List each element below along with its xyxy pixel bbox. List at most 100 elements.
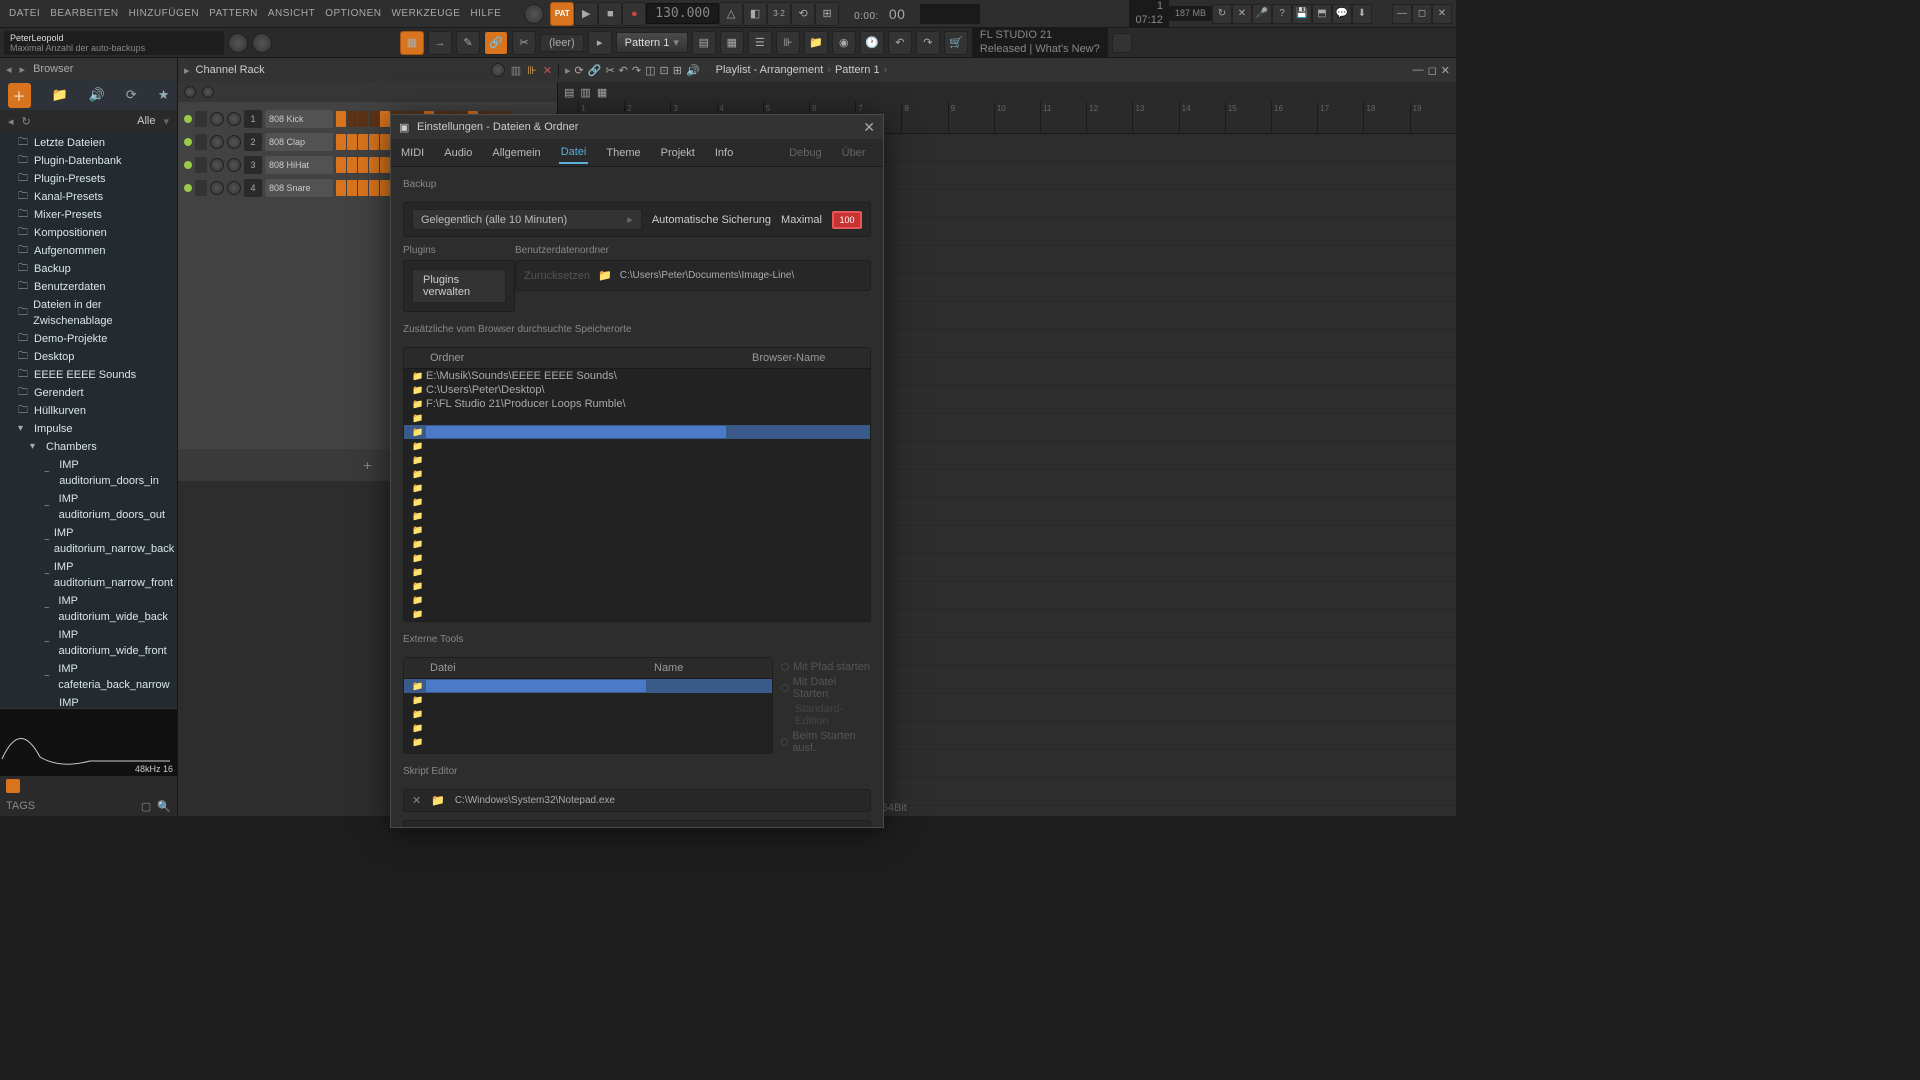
tree-item[interactable]: 🗀Desktop: [0, 348, 177, 366]
menu-pattern[interactable]: PATTERN: [204, 8, 263, 19]
tool-undo-icon[interactable]: ↶: [888, 31, 912, 55]
browser-search-icon[interactable]: 🔍: [157, 800, 171, 813]
channel-mute[interactable]: [195, 111, 207, 127]
search-locations-table[interactable]: Ordner Browser-Name 📁E:\Musik\Sounds\EEE…: [403, 347, 871, 622]
playlist-pattern[interactable]: Pattern 1: [835, 64, 880, 76]
script-clear-icon[interactable]: ✕: [412, 794, 421, 807]
channel-vol-knob[interactable]: [227, 181, 241, 195]
ext-opt-start[interactable]: Beim Starten ausf.: [781, 730, 871, 754]
folder-row-empty[interactable]: 📁: [404, 467, 870, 481]
browser-tree[interactable]: 🗀Letzte Dateien🗀Plugin-Datenbank🗀Plugin-…: [0, 132, 177, 708]
undo-history-button[interactable]: ↻: [1212, 4, 1232, 24]
pl-undo-icon[interactable]: ↶: [619, 64, 628, 77]
minimize-button[interactable]: —: [1392, 4, 1412, 24]
tree-item[interactable]: 🗀Hüllkurven: [0, 402, 177, 420]
reset-userdata-button[interactable]: Zurücksetzen: [524, 270, 590, 282]
pl-tool3-icon[interactable]: ◫: [645, 64, 655, 77]
dialog-tab-theme[interactable]: Theme: [604, 143, 642, 163]
news-panel[interactable]: FL STUDIO 21 Released | What's New?: [972, 27, 1108, 57]
max-backups-input[interactable]: 100: [832, 211, 862, 229]
tempo-display[interactable]: 130.000: [646, 3, 719, 24]
tree-imp-item[interactable]: ~IMP auditorium_doors_out: [0, 490, 177, 524]
step-cell[interactable]: [336, 157, 346, 173]
cr-wave-icon[interactable]: ⊪: [527, 64, 537, 77]
dialog-tab-über[interactable]: Über: [840, 143, 868, 163]
render-button[interactable]: ⬒: [1312, 4, 1332, 24]
folder-row[interactable]: 📁C:\Users\Peter\Desktop\: [404, 383, 870, 397]
ext-opt-file[interactable]: Mit Datei Starten: [781, 676, 871, 700]
tool-slice-icon[interactable]: ✂: [512, 31, 536, 55]
folder-row-empty[interactable]: 📁: [404, 509, 870, 523]
tree-item[interactable]: 🗀Plugin-Datenbank: [0, 152, 177, 170]
channel-name[interactable]: 808 HiHat: [265, 156, 333, 174]
tree-item[interactable]: 🗀Plugin-Presets: [0, 170, 177, 188]
channel-led[interactable]: [184, 115, 192, 123]
step-cell[interactable]: [336, 111, 346, 127]
step-cell[interactable]: [369, 180, 379, 196]
dialog-tab-projekt[interactable]: Projekt: [659, 143, 697, 163]
tree-item[interactable]: 🗀EEEE EEEE Sounds: [0, 366, 177, 384]
browser-play-icon[interactable]: [6, 779, 20, 793]
switch-user-button[interactable]: ✕: [1232, 4, 1252, 24]
step-cell[interactable]: [336, 134, 346, 150]
tree-imp-item[interactable]: ~IMP cafeteria_back_narrow: [0, 660, 177, 694]
tree-item[interactable]: 🗀Mixer-Presets: [0, 206, 177, 224]
view-browser-button[interactable]: 📁: [804, 31, 828, 55]
stop-button[interactable]: ■: [598, 2, 622, 26]
step-cell[interactable]: [347, 157, 357, 173]
channel-led[interactable]: [184, 184, 192, 192]
tree-item[interactable]: 🗀Aufgenommen: [0, 242, 177, 260]
pl-tool5-icon[interactable]: ⊞: [673, 64, 682, 77]
ruler-bar[interactable]: 8: [901, 102, 947, 133]
tool-arrow-icon[interactable]: →: [428, 31, 452, 55]
channel-number[interactable]: 3: [244, 156, 262, 174]
menu-options[interactable]: OPTIONEN: [320, 8, 386, 19]
step-cell[interactable]: [347, 134, 357, 150]
dialog-tab-info[interactable]: Info: [713, 143, 735, 163]
step-cell[interactable]: [358, 111, 368, 127]
master-pitch-knob[interactable]: [228, 33, 248, 53]
overdub-button[interactable]: ⟲: [791, 2, 815, 26]
main-volume-knob[interactable]: [524, 4, 544, 24]
pl-redo-icon[interactable]: ↷: [632, 64, 641, 77]
cr-close-icon[interactable]: ✕: [543, 64, 552, 77]
channel-pan-knob[interactable]: [210, 112, 224, 126]
browser-tags-label[interactable]: TAGS: [6, 800, 35, 812]
wait-input-button[interactable]: ◧: [743, 2, 767, 26]
step-cell[interactable]: [380, 111, 390, 127]
manage-plugins-button[interactable]: Plugins verwalten: [412, 269, 506, 303]
ruler-bar[interactable]: 15: [1225, 102, 1271, 133]
browser-folder-icon[interactable]: 📁: [52, 87, 68, 103]
tree-item[interactable]: 🗀Kompositionen: [0, 224, 177, 242]
step-cell[interactable]: [336, 180, 346, 196]
folder-row-empty[interactable]: 📁: [404, 495, 870, 509]
ruler-bar[interactable]: 11: [1040, 102, 1086, 133]
dialog-tab-debug[interactable]: Debug: [787, 143, 823, 163]
tool-pattern-icon[interactable]: ▦: [400, 31, 424, 55]
folder-row-empty[interactable]: 📁: [404, 453, 870, 467]
tree-impulse[interactable]: ▾Impulse: [0, 420, 177, 438]
browser-sound-icon[interactable]: 🔊: [89, 87, 105, 103]
tree-imp-item[interactable]: ~IMP cafeteria_back_wide: [0, 694, 177, 708]
loop-record-button[interactable]: ⊞: [815, 2, 839, 26]
browser-reload-icon[interactable]: ↻: [22, 115, 31, 128]
channel-vol-knob[interactable]: [227, 158, 241, 172]
channel-number[interactable]: 4: [244, 179, 262, 197]
script-folder-icon[interactable]: 📁: [431, 794, 445, 807]
tree-item[interactable]: 🗀Dateien in der Zwischenablage: [0, 296, 177, 330]
step-cell[interactable]: [358, 134, 368, 150]
tree-item[interactable]: 🗀Letzte Dateien: [0, 134, 177, 152]
step-cell[interactable]: [380, 134, 390, 150]
tree-imp-item[interactable]: ~IMP auditorium_wide_back: [0, 592, 177, 626]
snap-arrow-icon[interactable]: ▸: [588, 31, 612, 55]
ruler-bar[interactable]: 9: [948, 102, 994, 133]
folder-row-empty[interactable]: 📁: [404, 551, 870, 565]
step-cell[interactable]: [380, 180, 390, 196]
folder-row-empty[interactable]: 📁: [404, 439, 870, 453]
pl-tool2-icon[interactable]: ✂: [605, 64, 614, 77]
browser-back-icon[interactable]: ◂: [6, 63, 12, 76]
step-cell[interactable]: [358, 157, 368, 173]
feedback-button[interactable]: 💬: [1332, 4, 1352, 24]
folder-row-selected[interactable]: 📁: [404, 425, 870, 439]
folder-row-empty[interactable]: 📁: [404, 565, 870, 579]
